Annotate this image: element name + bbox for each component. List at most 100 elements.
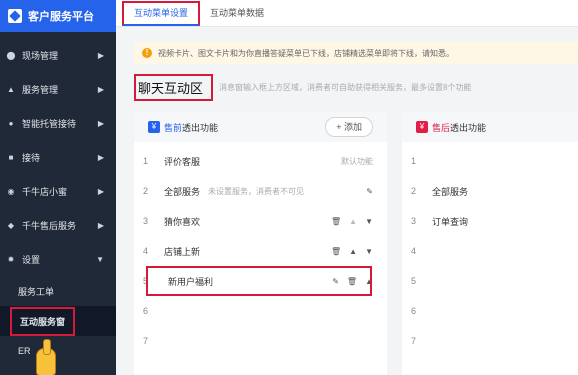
sidebar-item-qianniu-aftersale[interactable]: ◆ 千牛售后服务 ▶ xyxy=(0,208,116,242)
row-number: 2 xyxy=(143,186,149,196)
sidebar-item-smart-hosting[interactable]: ● 智能托管接待 ▶ xyxy=(0,106,116,140)
row-label: 猜你喜欢 xyxy=(164,216,201,227)
sidebar-subitem-work-orders[interactable]: 服务工单 xyxy=(0,276,116,306)
aftersale-card: ¥ 售后 透出功能 1 2 全部服务 3 订单查询 4 5 6 7 xyxy=(402,112,578,375)
notice-text: 视频卡片、图文卡片和为你直播答疑菜单已下线，店铺精选菜单即将下线，请知悉。 xyxy=(158,48,454,58)
chevron-right-icon: ▶ xyxy=(97,84,104,94)
chevron-right-icon: ▶ xyxy=(97,50,104,60)
sidebar-subitem-interactive-window[interactable]: 互动服务窗 xyxy=(0,306,116,336)
warning-icon: ! xyxy=(142,48,152,58)
section-title: 聊天互动区 xyxy=(134,73,214,101)
presale-card-header: ¥ 售前 透出功能 + 添加 xyxy=(134,112,387,142)
logo-icon xyxy=(8,9,22,23)
sidebar-item-reception[interactable]: ■ 接待 ▶ xyxy=(0,140,116,174)
bulb-icon: ● xyxy=(8,118,14,128)
chevron-down-icon: ▼ xyxy=(96,254,104,264)
list-item[interactable]: 2 全部服务 未设置服务，消费者不可见 ✎ xyxy=(134,176,387,206)
add-function-button[interactable]: + 添加 xyxy=(325,117,373,137)
list-item[interactable]: 5 xyxy=(402,266,578,296)
list-item[interactable]: 3 订单查询 xyxy=(402,206,578,236)
app-logo[interactable]: 客户服务平台 xyxy=(0,0,116,32)
list-item[interactable]: 4 xyxy=(402,236,578,266)
row-number: 1 xyxy=(411,156,417,166)
chevron-right-icon: ▶ xyxy=(97,186,104,196)
list-item[interactable]: 2 全部服务 xyxy=(402,176,578,206)
sidebar-item-label: 智能托管接待 xyxy=(22,118,77,129)
row-number: 5 xyxy=(143,276,149,286)
row-label: 全部服务 xyxy=(164,186,201,197)
presale-badge-icon: ¥ xyxy=(148,121,160,133)
chevron-right-icon: ▶ xyxy=(97,152,104,162)
tab-bar: 互动菜单设置 互动菜单数据 xyxy=(116,0,578,27)
app-title: 客户服务平台 xyxy=(28,11,94,23)
row-number: 2 xyxy=(411,186,417,196)
sidebar: 客户服务平台 ⬤ 现场管理 ▶ ▲ 服务管理 ▶ ● 智能托管接待 ▶ ■ 接待… xyxy=(0,0,116,375)
sidebar-item-qianniu-assistant[interactable]: ◉ 千牛店小蜜 ▶ xyxy=(0,174,116,208)
list-item[interactable]: 7 xyxy=(402,326,578,356)
main-content: 互动菜单设置 互动菜单数据 ! 视频卡片、图文卡片和为你直播答疑菜单已下线，店铺… xyxy=(116,0,578,375)
row-label: 新用户福利 xyxy=(168,276,214,287)
sidebar-item-site-management[interactable]: ⬤ 现场管理 ▶ xyxy=(0,38,116,72)
row-actions: ✎ 🗑 ▲ xyxy=(332,277,373,286)
notice-banner: ! 视频卡片、图文卡片和为你直播答疑菜单已下线，店铺精选菜单即将下线，请知悉。 xyxy=(134,42,578,64)
list-item[interactable]: 3 猜你喜欢 🗑 ▲ ▼ xyxy=(134,206,387,236)
shield-icon: ◆ xyxy=(7,220,15,230)
list-item[interactable]: 7 xyxy=(134,326,387,356)
headset-icon: ◉ xyxy=(7,186,15,196)
aftersale-title-rest: 透出功能 xyxy=(450,122,487,133)
sidebar-item-service-management[interactable]: ▲ 服务管理 ▶ xyxy=(0,72,116,106)
sidebar-subitem-label: ER xyxy=(18,346,31,356)
trash-icon[interactable]: 🗑 xyxy=(331,247,341,256)
row-number: 7 xyxy=(143,336,149,346)
sidebar-item-label: 千牛店小蜜 xyxy=(22,186,68,197)
section-description: 消息窗输入框上方区域，消费者可自助获得相关服务，最多设置8个功能 xyxy=(219,82,472,92)
list-item[interactable]: 5 新用户福利 ✎ 🗑 ▲ xyxy=(134,266,387,296)
move-up-icon[interactable]: ▲ xyxy=(349,217,357,226)
row-label: 全部服务 xyxy=(432,186,469,197)
bell-icon: ▲ xyxy=(7,84,15,94)
presale-title-accent: 售前 xyxy=(164,122,183,133)
list-item[interactable]: 1 xyxy=(402,146,578,176)
default-function-tag: 默认功能 xyxy=(341,156,373,166)
row-label: 店铺上新 xyxy=(164,246,201,257)
row-label: 评价客服 xyxy=(164,156,201,167)
move-up-icon[interactable]: ▲ xyxy=(365,277,373,286)
location-icon: ⬤ xyxy=(6,50,16,60)
row-number: 4 xyxy=(143,246,149,256)
list-item[interactable]: 4 店铺上新 🗑 ▲ ▼ xyxy=(134,236,387,266)
aftersale-function-list: 1 2 全部服务 3 订单查询 4 5 6 7 xyxy=(402,142,578,356)
aftersale-title-accent: 售后 xyxy=(432,122,451,133)
sidebar-subitem-label: 互动服务窗 xyxy=(10,306,76,336)
move-up-icon[interactable]: ▲ xyxy=(349,247,357,256)
list-item[interactable]: 1 评价客服 默认功能 xyxy=(134,146,387,176)
row-actions: 🗑 ▲ ▼ xyxy=(331,247,373,256)
row-hint: 未设置服务，消费者不可见 xyxy=(208,186,305,196)
tab-interactive-menu-data[interactable]: 互动菜单数据 xyxy=(200,1,274,26)
sidebar-item-label: 千牛售后服务 xyxy=(22,220,77,231)
sidebar-item-label: 设置 xyxy=(22,254,41,265)
gear-icon: ✹ xyxy=(7,254,15,264)
row-actions: 默认功能 xyxy=(341,156,373,167)
tab-interactive-menu-settings[interactable]: 互动菜单设置 xyxy=(122,1,201,26)
row-number: 6 xyxy=(143,306,149,316)
row-actions: 🗑 ▲ ▼ xyxy=(331,217,373,226)
row-label: 订单查询 xyxy=(432,216,469,227)
presale-function-list: 1 评价客服 默认功能 2 全部服务 未设置服务，消费者不可见 ✎ 3 猜你喜欢… xyxy=(134,142,387,356)
section-header: 聊天互动区 消息窗输入框上方区域，消费者可自助获得相关服务，最多设置8个功能 xyxy=(134,73,578,101)
chevron-right-icon: ▶ xyxy=(97,118,104,128)
trash-icon[interactable]: 🗑 xyxy=(347,277,357,286)
sidebar-subitem-er[interactable]: ER xyxy=(0,336,116,366)
edit-icon[interactable]: ✎ xyxy=(366,187,373,196)
list-item[interactable]: 6 xyxy=(402,296,578,326)
row-number: 5 xyxy=(411,276,417,286)
trash-icon[interactable]: 🗑 xyxy=(331,217,341,226)
list-item[interactable]: 6 xyxy=(134,296,387,326)
edit-icon[interactable]: ✎ xyxy=(332,277,339,286)
aftersale-card-header: ¥ 售后 透出功能 xyxy=(402,112,578,142)
row-number: 3 xyxy=(411,216,417,226)
move-down-icon[interactable]: ▼ xyxy=(365,247,373,256)
sidebar-item-settings[interactable]: ✹ 设置 ▼ xyxy=(0,242,116,276)
row-number: 1 xyxy=(143,156,149,166)
sidebar-nav: ⬤ 现场管理 ▶ ▲ 服务管理 ▶ ● 智能托管接待 ▶ ■ 接待 ▶ ◉ 千牛… xyxy=(0,32,116,366)
move-down-icon[interactable]: ▼ xyxy=(365,217,373,226)
